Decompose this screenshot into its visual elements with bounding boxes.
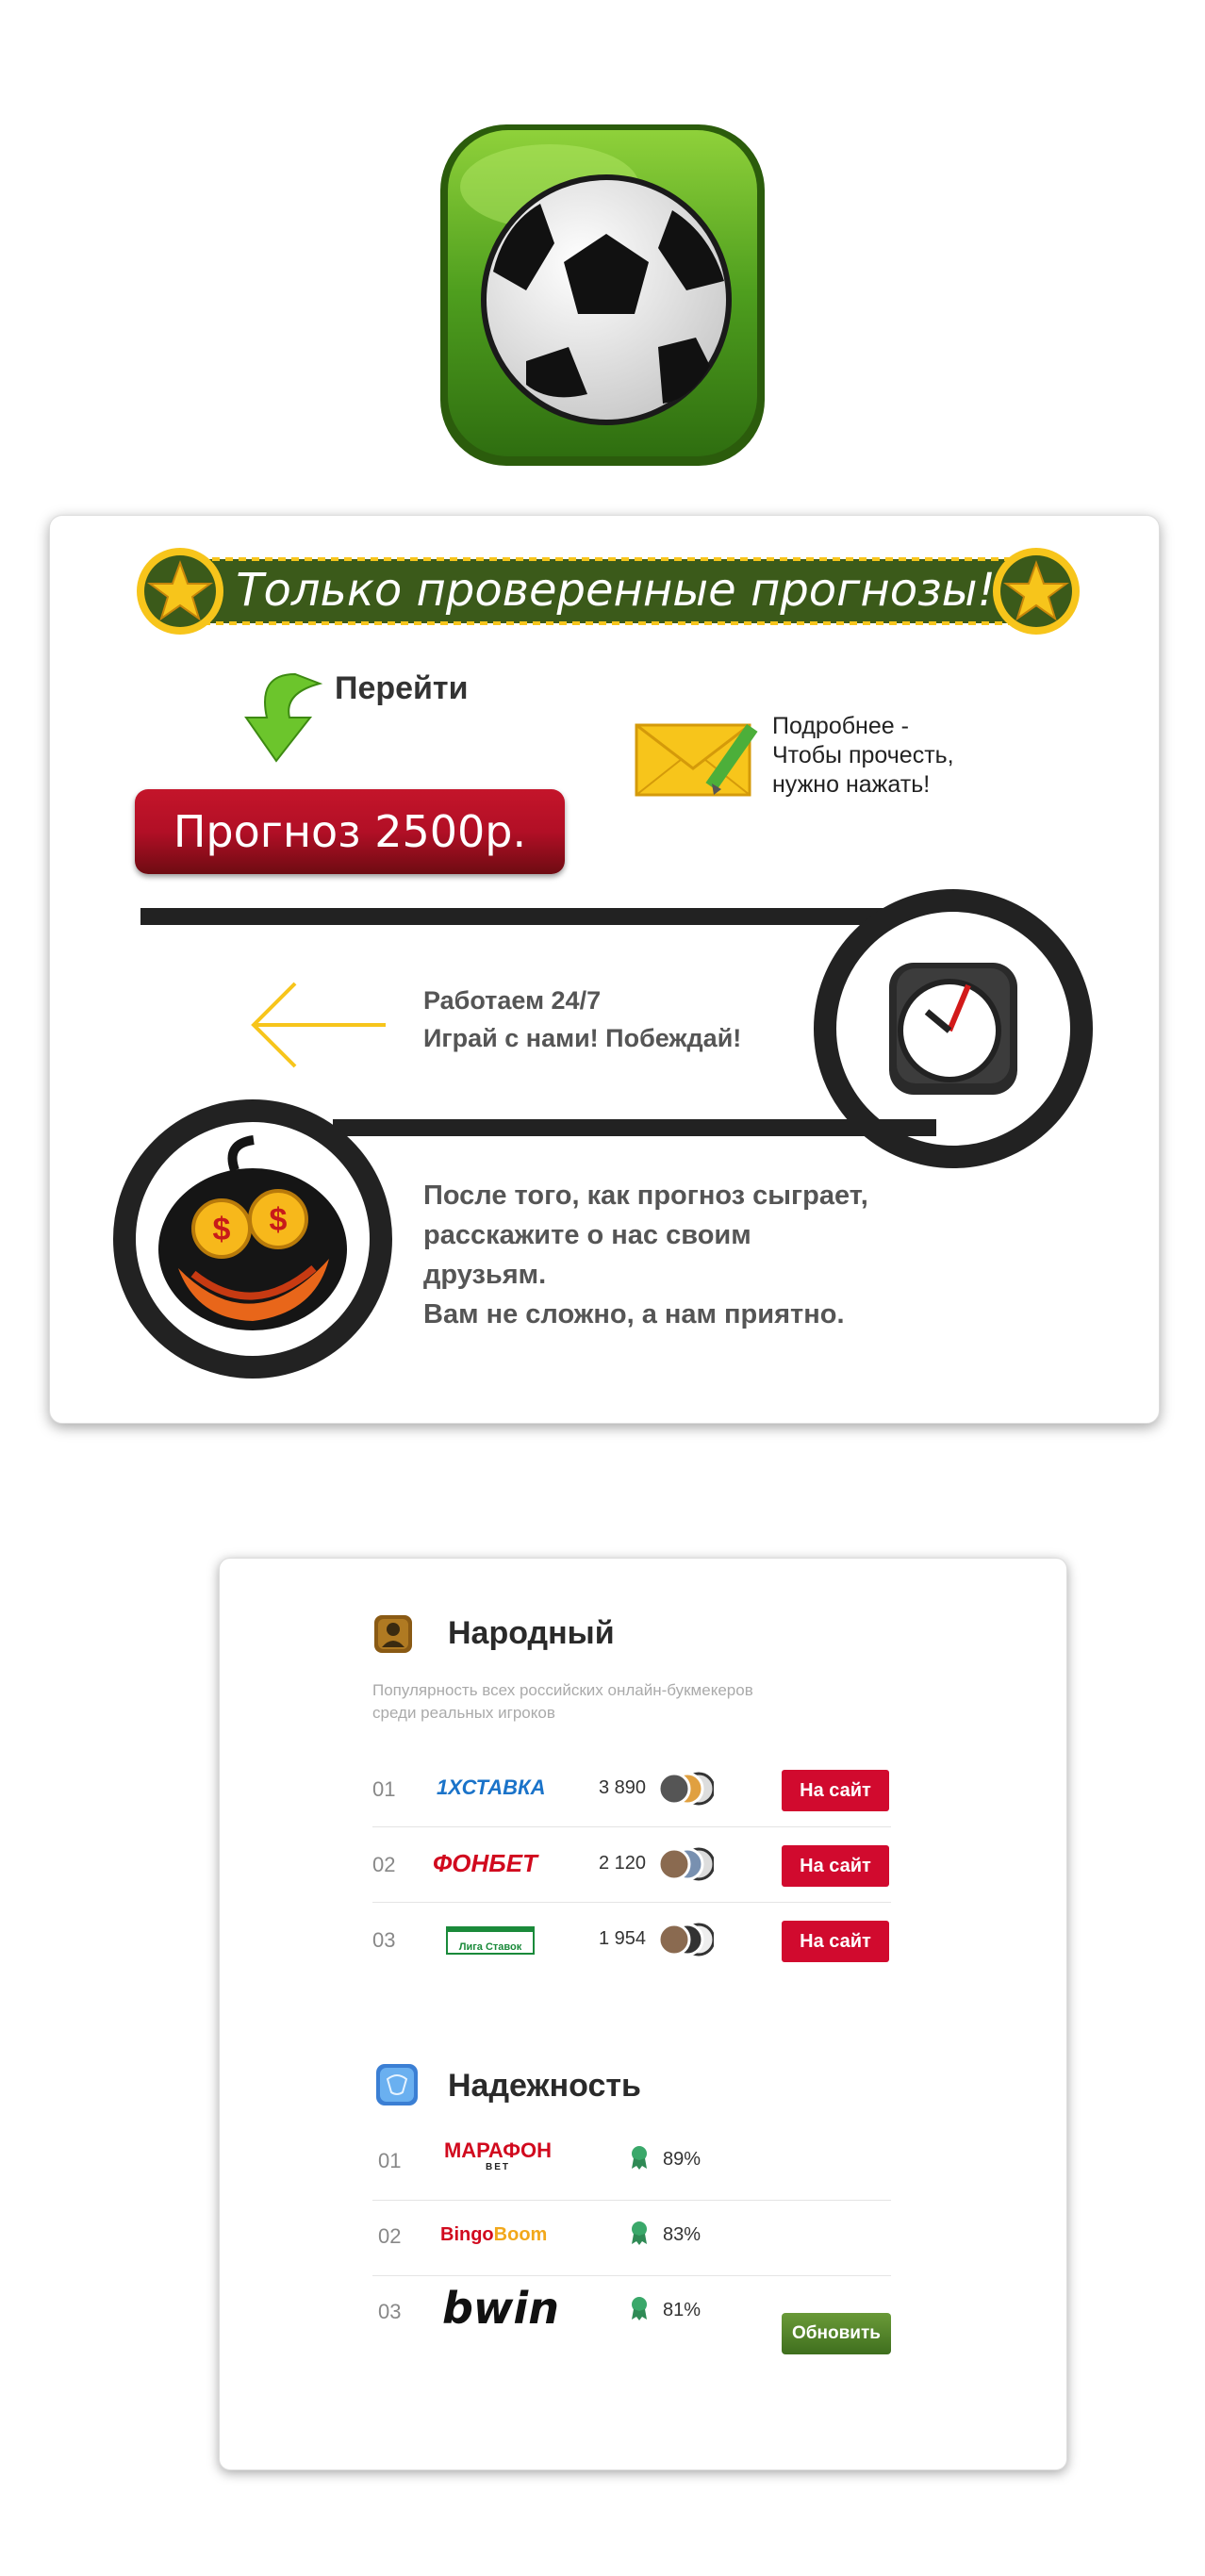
visit-site-button[interactable]: На сайт [782, 1770, 889, 1811]
avatars-icon [659, 1772, 714, 1806]
popular-title: Народный [448, 1615, 615, 1651]
forecast-button[interactable]: Прогноз 2500р. [135, 789, 565, 874]
star-right-icon [993, 548, 1080, 635]
reliability-title: Надежность [448, 2068, 641, 2104]
vote-count: 3 890 [599, 1777, 647, 1798]
award-ribbon-icon [632, 2221, 647, 2245]
vote-count: 2 120 [599, 1853, 647, 1874]
banner-title: Только проверенные прогнозы! [236, 564, 996, 617]
money-emoji-icon: $ $ [113, 1099, 392, 1379]
update-button[interactable]: Обновить [782, 2313, 891, 2354]
vote-count: 1 954 [599, 1928, 647, 1949]
brand-liga-stavok[interactable]: Лига Ставок [446, 1926, 535, 1955]
rank-number: 01 [372, 1777, 396, 1801]
rank-number: 03 [372, 1928, 396, 1952]
details-link[interactable]: Подробнее - Чтобы прочесть, нужно нажать… [772, 712, 1017, 800]
award-ribbon-icon [632, 2297, 647, 2320]
brand-marathon[interactable]: МАРАФОН BET [438, 2139, 557, 2173]
visit-site-button[interactable]: На сайт [782, 1921, 889, 1962]
row-divider [372, 2200, 891, 2201]
rank-number: 02 [372, 1853, 396, 1876]
envelope-icon[interactable] [633, 714, 767, 799]
share-message-text: После того, как прогноз сыграет, расскаж… [423, 1181, 868, 1329]
shield-app-icon [376, 2064, 418, 2105]
avatars-icon [659, 1923, 714, 1957]
user-book-icon [374, 1615, 412, 1653]
avatars-icon [659, 1847, 714, 1881]
row-divider [372, 2275, 891, 2276]
visit-site-button[interactable]: На сайт [782, 1845, 889, 1887]
reliability-percent: 81% [663, 2300, 702, 2320]
svg-text:$: $ [213, 1212, 231, 1247]
brand-fonbet[interactable]: ФОНБЕТ [433, 1849, 537, 1878]
bookmaker-ratings-card: Народный Популярность всех российских он… [219, 1558, 1067, 2470]
arrow-left-icon [251, 982, 386, 1068]
svg-text:$: $ [270, 1202, 288, 1238]
rank-number: 01 [378, 2149, 402, 2172]
divider-bar [333, 1119, 936, 1136]
arrow-down-icon [244, 672, 323, 763]
go-link[interactable]: Перейти [335, 670, 468, 707]
football-app-icon [440, 124, 765, 466]
verified-banner: Только проверенные прогнозы! [135, 546, 1081, 636]
rank-number: 03 [378, 2300, 402, 2323]
popular-subtitle: Популярность всех российских онлайн-букм… [372, 1681, 753, 1722]
row-divider [372, 1826, 891, 1827]
promo-card: Только проверенные прогнозы! Перейти Про… [49, 515, 1160, 1424]
reliability-percent: 89% [663, 2149, 702, 2170]
star-left-icon [137, 548, 223, 635]
reliability-percent: 83% [663, 2224, 702, 2245]
brand-1xstavka[interactable]: 1ХСТАВКА [437, 1775, 545, 1800]
brand-bwin[interactable]: bwin [442, 2283, 559, 2334]
award-ribbon-icon [632, 2146, 647, 2170]
row-divider [372, 1902, 891, 1903]
work-hours-text: Работаем 24/7 Играй с нами! Побеждай! [423, 986, 742, 1052]
brand-bingoboom[interactable]: BingoBoom [440, 2224, 547, 2246]
rank-number: 02 [378, 2224, 402, 2248]
